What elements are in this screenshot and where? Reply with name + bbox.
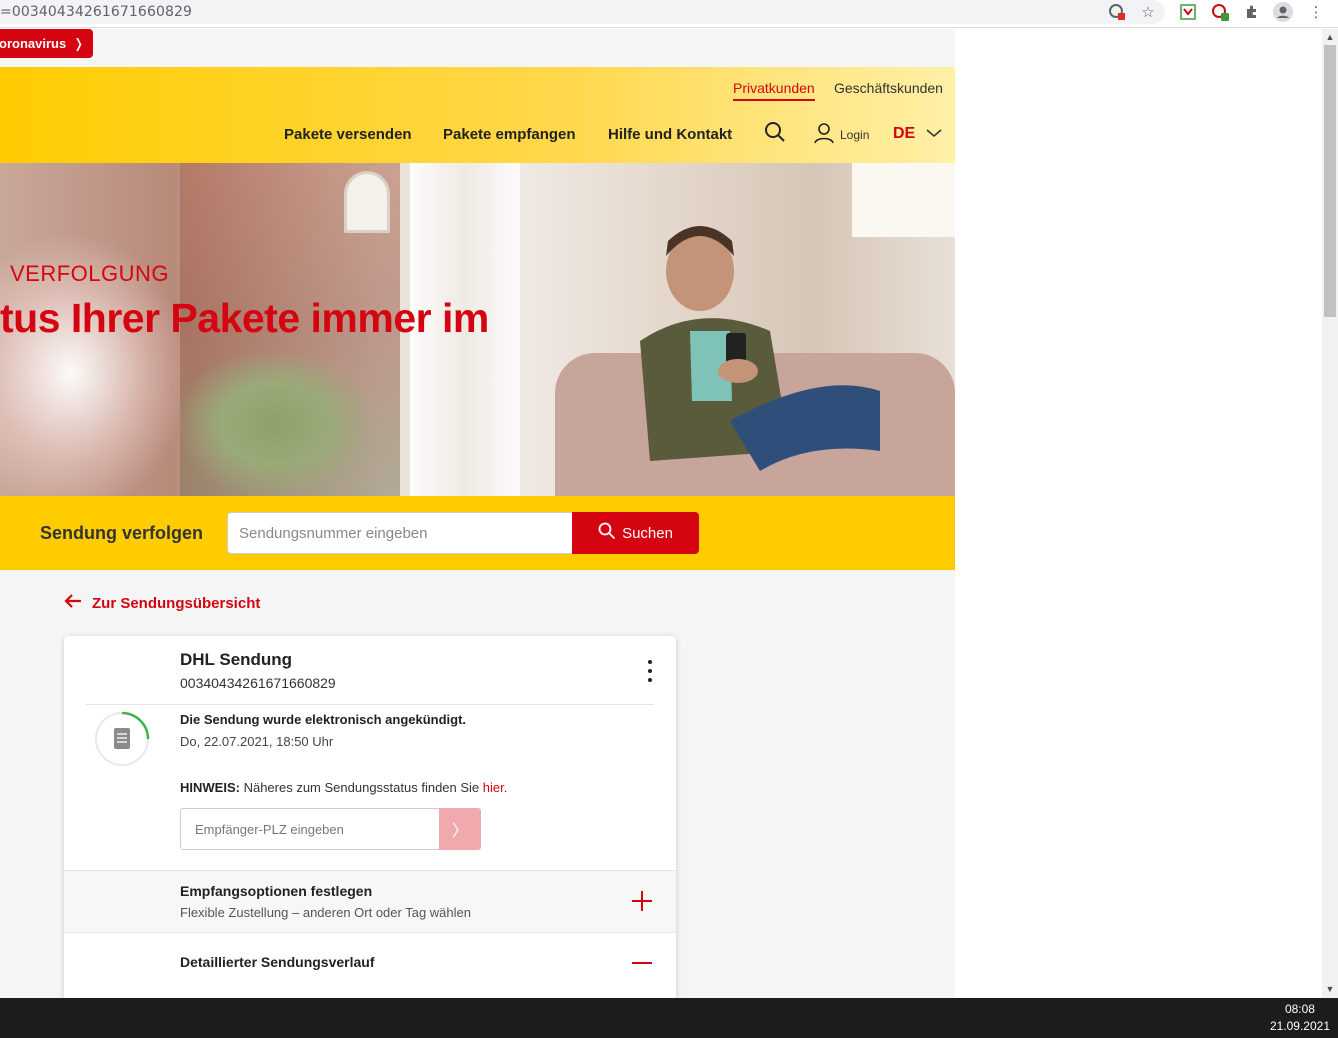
- site-header: Privatkunden Geschäftskunden Pakete vers…: [0, 67, 955, 163]
- site-info-icon[interactable]: [1107, 2, 1127, 22]
- search-button-label: Suchen: [622, 524, 673, 542]
- login-label: Login: [840, 127, 870, 142]
- scroll-up-arrow-icon[interactable]: ▲: [1325, 32, 1335, 42]
- delivery-options-subtitle: Flexible Zustellung – anderen Ort oder T…: [180, 905, 471, 920]
- chevron-right-icon: ❭: [73, 35, 85, 51]
- back-to-overview-link[interactable]: Zur Sendungsübersicht: [64, 593, 260, 613]
- zip-submit-button[interactable]: 〉: [439, 808, 481, 850]
- page-scrollbar[interactable]: ▲ ▼: [1322, 29, 1338, 998]
- hero-person-illustration: [640, 226, 880, 471]
- hero-banner: VERFOLGUNG tus Ihrer Pakete immer im: [0, 163, 955, 496]
- language-code: DE: [893, 125, 916, 142]
- detailed-history-title[interactable]: Detaillierter Sendungsverlauf: [180, 954, 375, 970]
- scroll-down-arrow-icon[interactable]: ▼: [1325, 984, 1335, 994]
- expand-plus-icon[interactable]: [632, 891, 652, 911]
- page-viewport: oronavirus ❭ Privatkunden Geschäftskunde…: [0, 29, 1322, 998]
- address-bar[interactable]: =00340434261671660829: [0, 0, 1165, 24]
- hint-label: HINWEIS:: [180, 780, 240, 795]
- collapse-minus-icon[interactable]: [632, 962, 652, 964]
- status-progress-ring: [95, 711, 150, 766]
- status-message: Die Sendung wurde elektronisch angekündi…: [180, 712, 467, 727]
- recipient-zip-input[interactable]: [180, 808, 440, 850]
- card-divider: [86, 704, 654, 705]
- shipment-title: DHL Sendung: [180, 650, 293, 669]
- more-options-icon[interactable]: [646, 660, 654, 682]
- chevron-right-icon: 〉: [451, 823, 468, 840]
- language-selector[interactable]: DE: [893, 125, 942, 143]
- status-timestamp: Do, 22.07.2021, 18:50 Uhr: [180, 734, 334, 749]
- address-url[interactable]: =00340434261671660829: [0, 4, 192, 20]
- shipment-card: DHL Sendung 00340434261671660829 Die Sen…: [64, 636, 676, 998]
- login-button[interactable]: Login: [814, 122, 869, 147]
- shipment-number: 00340434261671660829: [180, 675, 336, 691]
- dhl-page: oronavirus ❭ Privatkunden Geschäftskunde…: [0, 29, 955, 998]
- search-button[interactable]: Suchen: [572, 512, 699, 554]
- hero-plant: [180, 353, 370, 496]
- hero-kicker: VERFOLGUNG: [10, 261, 170, 286]
- segment-privatkunden[interactable]: Privatkunden: [733, 80, 815, 101]
- bookmark-star-icon[interactable]: ☆: [1138, 2, 1158, 22]
- browser-toolbar: =00340434261671660829 ☆ ⋮: [0, 0, 1338, 28]
- taskbar-clock[interactable]: 08:08 21.09.2021: [1270, 1001, 1330, 1035]
- os-taskbar: 08:08 21.09.2021: [0, 998, 1338, 1038]
- scrollbar-thumb[interactable]: [1324, 45, 1336, 317]
- hero-arched-window: [344, 171, 390, 233]
- back-link-label: Zur Sendungsübersicht: [92, 594, 261, 612]
- search-icon: [598, 522, 616, 544]
- clock-time: 08:08: [1284, 1002, 1315, 1016]
- nav-pakete-empfangen[interactable]: Pakete empfangen: [443, 126, 576, 143]
- search-icon[interactable]: [764, 121, 786, 148]
- coronavirus-banner-button[interactable]: oronavirus ❭: [0, 29, 93, 58]
- hint-link[interactable]: hier: [483, 780, 504, 795]
- arrow-left-icon: [64, 593, 82, 613]
- status-hint: HINWEIS: Näheres zum Sendungsstatus find…: [180, 780, 508, 795]
- tracking-label: Sendung verfolgen: [40, 523, 204, 543]
- segment-geschaeftskunden[interactable]: Geschäftskunden: [834, 80, 943, 96]
- tracking-number-input[interactable]: [227, 512, 573, 554]
- tracking-search-band: Sendung verfolgen Suchen: [0, 496, 955, 570]
- delivery-options-title: Empfangsoptionen festlegen: [180, 883, 373, 899]
- chevron-down-icon: [926, 125, 942, 143]
- clock-date: 21.09.2021: [1269, 1019, 1330, 1033]
- nav-pakete-versenden[interactable]: Pakete versenden: [284, 126, 412, 143]
- hint-text: Näheres zum Sendungsstatus finden Sie: [243, 780, 480, 795]
- user-icon: [814, 122, 834, 147]
- delivery-options-row[interactable]: Empfangsoptionen festlegen Flexible Zust…: [64, 870, 676, 933]
- hero-headline: tus Ihrer Pakete immer im: [0, 295, 489, 341]
- corona-label: oronavirus: [0, 36, 67, 51]
- profile-avatar-icon[interactable]: [1273, 2, 1293, 22]
- pocket-extension-icon[interactable]: [1178, 2, 1198, 22]
- extensions-puzzle-icon[interactable]: [1242, 2, 1262, 22]
- extension-badge-icon[interactable]: [1210, 2, 1230, 22]
- browser-menu-icon[interactable]: ⋮: [1306, 2, 1326, 22]
- nav-hilfe-kontakt[interactable]: Hilfe und Kontakt: [608, 126, 732, 143]
